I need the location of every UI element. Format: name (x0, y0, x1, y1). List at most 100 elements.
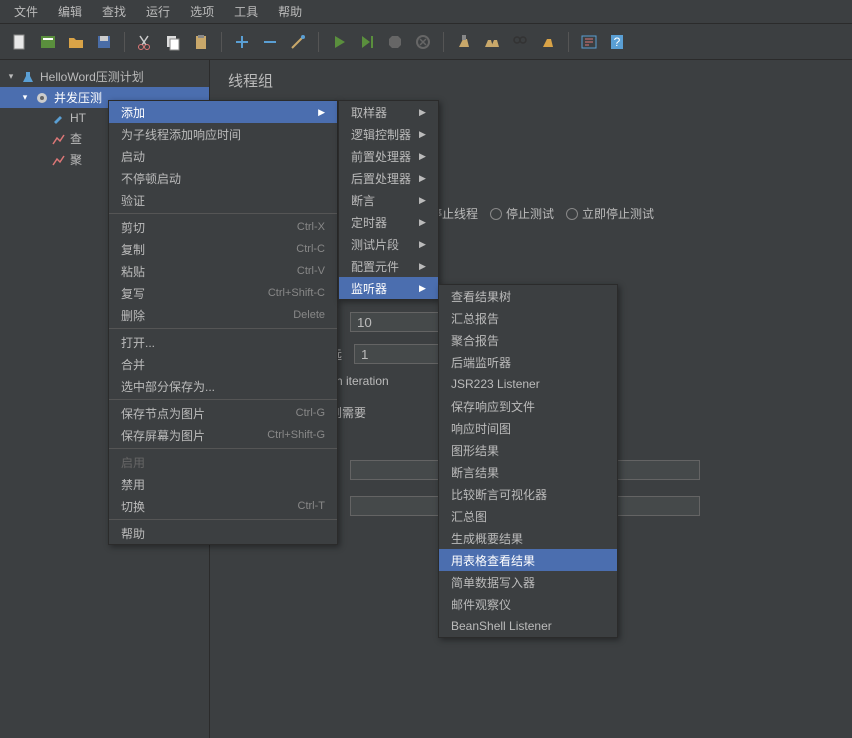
new-icon[interactable] (8, 30, 32, 54)
menu-item[interactable]: 聚合报告 (439, 329, 617, 351)
menu-item-label: 比较断言可视化器 (451, 486, 605, 503)
menu-item[interactable]: 粘贴Ctrl-V (109, 260, 337, 282)
shortcut: Ctrl+Shift-C (268, 287, 325, 299)
radio-stop-test[interactable] (490, 208, 502, 220)
menu-item[interactable]: 验证 (109, 189, 337, 211)
menu-item[interactable]: 不停顿启动 (109, 167, 337, 189)
paste-icon[interactable] (189, 30, 213, 54)
clear-icon[interactable] (452, 30, 476, 54)
menu-item[interactable]: 打开... (109, 331, 337, 353)
menu-help[interactable]: 帮助 (268, 0, 312, 23)
menu-item[interactable]: 为子线程添加响应时间 (109, 123, 337, 145)
open-icon[interactable] (64, 30, 88, 54)
svg-text:?: ? (614, 35, 621, 49)
cut-icon[interactable] (133, 30, 157, 54)
copy-icon[interactable] (161, 30, 185, 54)
menu-item[interactable]: 保存节点为图片Ctrl-G (109, 402, 337, 424)
menu-tools[interactable]: 工具 (224, 0, 268, 23)
menu-item[interactable]: 复写 Ctrl+Shift-C (109, 282, 337, 304)
separator (221, 32, 222, 52)
menu-item-label: 合并 (121, 356, 325, 373)
menu-search[interactable]: 查找 (92, 0, 136, 23)
menu-item[interactable]: 生成概要结果 (439, 527, 617, 549)
menu-item[interactable]: 后端监听器 (439, 351, 617, 373)
reset-search-icon[interactable] (536, 30, 560, 54)
search-icon[interactable] (508, 30, 532, 54)
menu-item[interactable]: 选中部分保存为... (109, 375, 337, 397)
menu-item[interactable]: 切换Ctrl-T (109, 495, 337, 517)
menu-item[interactable]: 启动 (109, 145, 337, 167)
menu-item[interactable]: 删除Delete (109, 304, 337, 326)
menu-item[interactable]: 帮助 (109, 522, 337, 544)
separator (109, 328, 337, 329)
pipette-icon (50, 110, 66, 126)
clear-all-icon[interactable] (480, 30, 504, 54)
menu-item[interactable]: 汇总图 (439, 505, 617, 527)
menu-item-label: 保存屏幕为图片 (121, 427, 247, 444)
menu-item[interactable]: 用表格查看结果 (439, 549, 617, 571)
menu-item[interactable]: 剪切Ctrl-X (109, 216, 337, 238)
menu-item-label: 监听器 (351, 280, 411, 297)
tree-label: HT (70, 111, 86, 125)
help-icon[interactable]: ? (605, 30, 629, 54)
menu-item-label: 不停顿启动 (121, 170, 325, 187)
tree-label: 查 (70, 130, 82, 147)
menu-item[interactable]: 保存屏幕为图片 Ctrl+Shift-G (109, 424, 337, 446)
minus-icon[interactable] (258, 30, 282, 54)
run-icon[interactable] (327, 30, 351, 54)
menu-item[interactable]: 图形结果 (439, 439, 617, 461)
menu-item[interactable]: 复制Ctrl-C (109, 238, 337, 260)
menu-item[interactable]: 合并 (109, 353, 337, 375)
menu-file[interactable]: 文件 (4, 0, 48, 23)
plus-icon[interactable] (230, 30, 254, 54)
menu-edit[interactable]: 编辑 (48, 0, 92, 23)
run-next-icon[interactable] (355, 30, 379, 54)
shortcut: Ctrl-G (296, 407, 325, 419)
menu-item[interactable]: 后置处理器▶ (339, 167, 438, 189)
menu-item[interactable]: 保存响应到文件 (439, 395, 617, 417)
menu-item[interactable]: 添加▶ (109, 101, 337, 123)
menu-item[interactable]: 比较断言可视化器 (439, 483, 617, 505)
menu-item-label: 复制 (121, 241, 276, 258)
menu-item[interactable]: 定时器▶ (339, 211, 438, 233)
menu-item-label: 复写 (121, 285, 248, 302)
chevron-down-icon: ▾ (20, 93, 30, 103)
input-threads[interactable] (350, 312, 450, 332)
menu-item[interactable]: 测试片段▶ (339, 233, 438, 255)
menu-item[interactable]: 配置元件▶ (339, 255, 438, 277)
menu-item-label: 切换 (121, 498, 278, 515)
menu-item[interactable]: 前置处理器▶ (339, 145, 438, 167)
menu-item[interactable]: 断言▶ (339, 189, 438, 211)
template-icon[interactable] (36, 30, 60, 54)
menu-item[interactable]: BeanShell Listener (439, 615, 617, 637)
menu-item[interactable]: 禁用 (109, 473, 337, 495)
menu-run[interactable]: 运行 (136, 0, 180, 23)
menu-item[interactable]: 监听器▶ (339, 277, 438, 299)
menu-item[interactable]: 查看结果树 (439, 285, 617, 307)
menu-item[interactable]: 响应时间图 (439, 417, 617, 439)
function-icon[interactable] (577, 30, 601, 54)
tree-root[interactable]: ▾ HelloWord压测计划 (0, 66, 209, 87)
menu-item-label: 添加 (121, 104, 310, 121)
menu-item[interactable]: 逻辑控制器▶ (339, 123, 438, 145)
wand-icon[interactable] (286, 30, 310, 54)
menu-item-label: 验证 (121, 192, 325, 209)
menu-item[interactable]: 邮件观察仪 (439, 593, 617, 615)
menu-item[interactable]: JSR223 Listener (439, 373, 617, 395)
menu-item[interactable]: 汇总报告 (439, 307, 617, 329)
stop-icon[interactable] (383, 30, 407, 54)
label: 立即停止测试 (582, 205, 654, 222)
shortcut: Ctrl+Shift-G (267, 429, 325, 441)
context-submenu-listener: 查看结果树汇总报告聚合报告后端监听器JSR223 Listener 保存响应到文件… (438, 284, 618, 638)
menu-item[interactable]: 取样器▶ (339, 101, 438, 123)
radio-stop-now[interactable] (566, 208, 578, 220)
separator (109, 213, 337, 214)
shortcut: Ctrl-X (297, 221, 325, 233)
menu-item[interactable]: 断言结果 (439, 461, 617, 483)
shutdown-icon[interactable] (411, 30, 435, 54)
menu-options[interactable]: 选项 (180, 0, 224, 23)
save-icon[interactable] (92, 30, 116, 54)
menu-item[interactable]: 简单数据写入器 (439, 571, 617, 593)
menu-item-label: 保存响应到文件 (451, 398, 605, 415)
menu-item-label: 删除 (121, 307, 273, 324)
